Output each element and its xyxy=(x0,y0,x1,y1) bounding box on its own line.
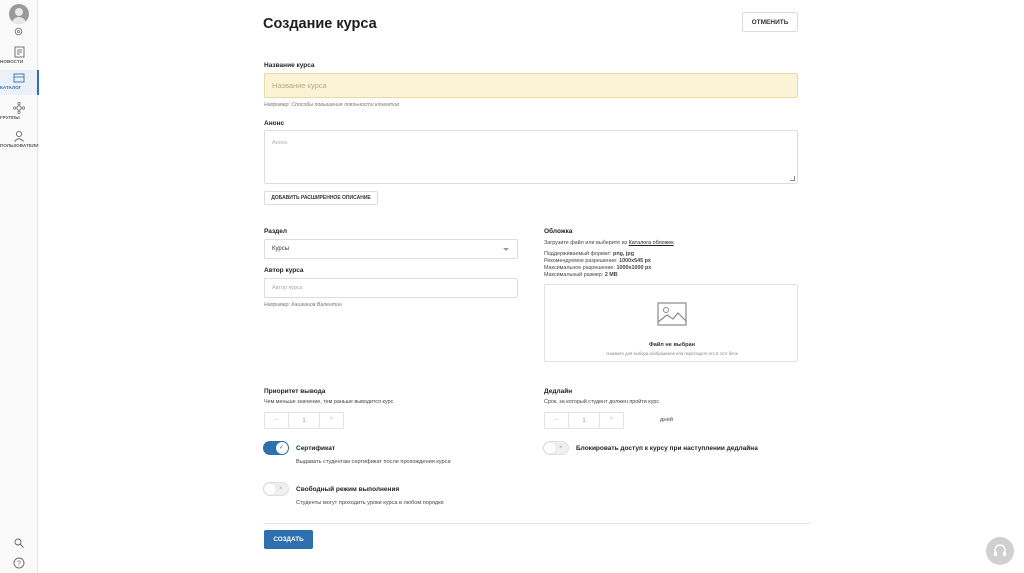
course-name-input[interactable]: Название курса xyxy=(264,73,798,98)
priority-stepper[interactable]: − 1 ^ xyxy=(264,412,344,429)
author-input[interactable]: Автор курса xyxy=(264,278,518,298)
cancel-button[interactable]: ОТМЕНИТЬ xyxy=(742,12,798,32)
sidebar-item-label: КАТАЛОГ xyxy=(0,85,22,90)
svg-text:?: ? xyxy=(17,561,21,568)
cover-max-size: Максимальный размер: 2 MB xyxy=(544,272,618,278)
free-mode-description: Студенты могут проходить уроки курса в л… xyxy=(296,500,444,506)
cover-label: Обложка xyxy=(544,228,573,235)
users-icon xyxy=(14,130,24,142)
chevron-down-icon xyxy=(503,248,509,251)
catalog-icon xyxy=(13,73,25,83)
certificate-label: Сертификат xyxy=(296,445,336,452)
decrement-button[interactable]: − xyxy=(265,413,288,428)
announce-placeholder: Анонс xyxy=(272,140,288,146)
deadline-hint: Срок, за который студент должен пройти к… xyxy=(544,399,660,405)
x-icon: × xyxy=(559,445,563,451)
increment-button[interactable]: ^ xyxy=(320,413,343,428)
sidebar: НОВОСТИ КАТАЛОГ ГРУППЫ ПОЛЬЗОВАТЕЛИ ? xyxy=(0,0,39,573)
cover-catalog-link[interactable]: Каталога обложек xyxy=(629,240,674,246)
resize-handle[interactable] xyxy=(790,176,795,181)
sidebar-item-label: ГРУППЫ xyxy=(0,115,20,120)
sidebar-item-users[interactable]: ПОЛЬЗОВАТЕЛИ xyxy=(0,130,38,154)
groups-icon xyxy=(13,102,25,114)
cover-intro: Загрузите файл или выберите из Каталога … xyxy=(544,240,674,246)
help-icon[interactable]: ? xyxy=(13,557,25,569)
course-name-hint: Например: Способы повышения лояльности к… xyxy=(264,102,399,108)
gear-icon[interactable] xyxy=(13,26,24,37)
decrement-button[interactable]: − xyxy=(545,413,568,428)
x-icon: × xyxy=(279,486,283,492)
sidebar-item-label: НОВОСТИ xyxy=(0,59,24,64)
deadline-value[interactable]: 1 xyxy=(568,413,600,428)
priority-value[interactable]: 1 xyxy=(288,413,320,428)
cover-max-resolution: Максимальное разрешение: 1000x1000 px xyxy=(544,265,652,271)
divider xyxy=(263,523,811,524)
deadline-label: Дедлайн xyxy=(544,388,573,395)
cover-upload-dropzone[interactable]: Файл не выбран Нажмите для выбора изобра… xyxy=(544,284,798,362)
deadline-unit: дней xyxy=(660,417,674,423)
announce-label: Анонс xyxy=(264,120,285,127)
deadline-stepper[interactable]: − 1 ^ xyxy=(544,412,624,429)
cover-recommended: Рекомендуемое разрешение: 1000x545 px xyxy=(544,258,651,264)
section-select[interactable]: Курсы xyxy=(264,239,518,259)
headset-icon xyxy=(994,544,1006,556)
sidebar-item-news[interactable]: НОВОСТИ xyxy=(0,46,38,70)
section-label: Раздел xyxy=(264,228,288,235)
news-icon xyxy=(14,46,24,58)
cover-format: Поддерживаемый формат: png, jpg xyxy=(544,251,634,257)
no-file-text: Файл не выбран xyxy=(648,342,696,348)
block-access-toggle[interactable]: × xyxy=(543,441,569,455)
page-title: Создание курса xyxy=(263,16,377,32)
section-selected-value: Курсы xyxy=(272,246,290,252)
check-icon: ✓ xyxy=(279,445,285,451)
course-name-label: Название курса xyxy=(264,62,315,69)
upload-hint: Нажмите для выбора изображения или перет… xyxy=(606,351,738,356)
user-avatar[interactable] xyxy=(9,4,29,24)
author-hint: Например: Кашканов Валентин xyxy=(264,302,342,308)
add-extended-description-button[interactable]: ДОБАВИТЬ РАСШИРЕННОЕ ОПИСАНИЕ xyxy=(264,191,378,205)
priority-hint: Чем меньше значение, тем раньше выводитс… xyxy=(264,399,394,405)
free-mode-toggle[interactable]: × xyxy=(263,482,289,496)
image-icon xyxy=(657,302,687,326)
free-mode-label: Свободный режим выполнения xyxy=(296,486,400,493)
priority-label: Приоритет вывода xyxy=(264,388,326,395)
announce-textarea[interactable]: Анонс xyxy=(264,130,798,184)
certificate-toggle[interactable]: ✓ xyxy=(263,441,289,455)
search-users-icon[interactable] xyxy=(13,537,25,549)
author-label: Автор курса xyxy=(264,267,304,274)
support-chat-button[interactable] xyxy=(986,537,1014,565)
increment-button[interactable]: ^ xyxy=(600,413,623,428)
sidebar-item-catalog[interactable]: КАТАЛОГ xyxy=(0,70,39,95)
sidebar-item-label: ПОЛЬЗОВАТЕЛИ xyxy=(0,143,39,148)
certificate-description: Выдавать студентам сертификат после прох… xyxy=(296,459,451,465)
sidebar-item-groups[interactable]: ГРУППЫ xyxy=(0,102,38,126)
block-access-label: Блокировать доступ к курсу при наступлен… xyxy=(576,445,758,452)
create-button[interactable]: СОЗДАТЬ xyxy=(264,530,313,549)
